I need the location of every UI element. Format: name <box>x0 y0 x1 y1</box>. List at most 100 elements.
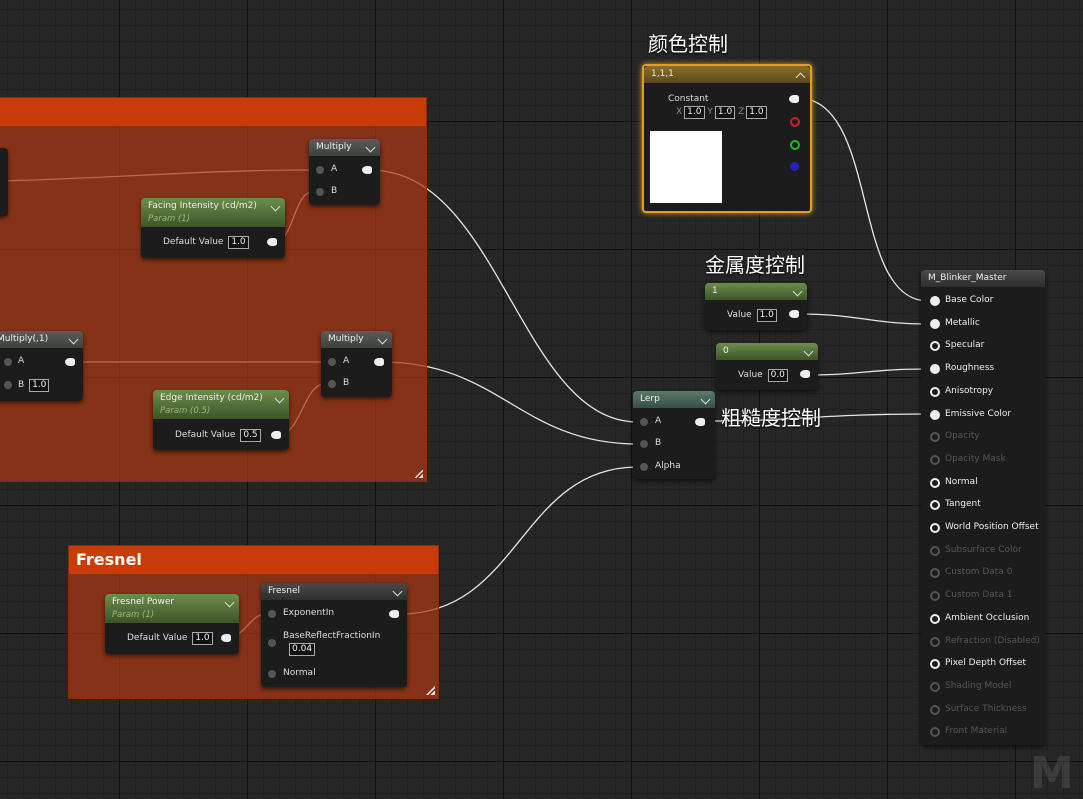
input-pin-a[interactable] <box>316 166 324 174</box>
multiply-node-left[interactable]: Multiply(,1) A B 1.0 <box>0 331 83 401</box>
material-input-pin[interactable] <box>930 296 940 306</box>
default-value-field[interactable]: 0.5 <box>240 429 261 442</box>
default-value-field[interactable]: 1.0 <box>192 632 213 645</box>
input-pin-b[interactable] <box>640 440 648 448</box>
chevron-down-icon[interactable] <box>377 334 388 345</box>
constant3-node-header[interactable]: 1,1,1 <box>644 66 810 83</box>
default-value-field[interactable]: 1.0 <box>228 236 249 249</box>
input-pin-a[interactable] <box>640 418 648 426</box>
lerp-node[interactable]: Lerp A B Alpha <box>633 391 715 479</box>
material-result-node[interactable]: M_Blinker_Master Base Color Metallic Specu… <box>921 270 1045 745</box>
material-input-pin[interactable] <box>930 659 940 670</box>
material-input-pin[interactable] <box>930 523 940 533</box>
output-pin[interactable] <box>65 358 75 366</box>
output-pin-rgb[interactable] <box>789 95 799 103</box>
chevron-down-icon[interactable] <box>700 394 711 405</box>
fresnel-node-header[interactable]: Fresnel <box>261 583 407 600</box>
material-input-pin[interactable] <box>930 727 940 738</box>
material-input-pin[interactable] <box>930 454 940 465</box>
material-input-pin[interactable] <box>930 591 940 602</box>
input-pin-b[interactable] <box>4 381 12 389</box>
material-result-header[interactable]: M_Blinker_Master <box>921 270 1045 287</box>
input-pin-a[interactable] <box>328 358 336 366</box>
material-input-pin[interactable] <box>930 545 940 556</box>
param-node-edge-intensity[interactable]: Edge Intensity (cd/m2) Param (0.5) Defaul… <box>153 390 289 450</box>
roughness-constant-header[interactable]: 0 <box>716 343 818 360</box>
material-input-pin[interactable] <box>930 341 940 352</box>
material-input-pin[interactable] <box>930 568 940 579</box>
param-header[interactable]: Edge Intensity (cd/m2) Param (0.5) <box>153 390 289 419</box>
multiply-node-2[interactable]: Multiply A B <box>321 331 392 397</box>
comment-fresnel-title[interactable]: Fresnel <box>69 546 438 574</box>
material-input-pin[interactable] <box>930 386 940 397</box>
roughness-constant-node[interactable]: 0 Value 0.0 <box>716 343 818 390</box>
material-input-label: Custom Data 1 <box>945 590 1013 601</box>
output-pin-r[interactable] <box>790 117 800 127</box>
base-reflect-field[interactable]: 0.04 <box>289 643 316 656</box>
output-pin[interactable] <box>221 634 231 642</box>
input-pin-normal[interactable] <box>268 670 276 678</box>
material-input-pin[interactable] <box>930 681 940 692</box>
chevron-down-icon[interactable] <box>274 393 285 404</box>
resize-handle[interactable] <box>414 469 423 478</box>
comment-box-main-header[interactable] <box>0 98 426 126</box>
multiply-node-2-header[interactable]: Multiply <box>321 331 392 348</box>
chevron-down-icon[interactable] <box>224 597 235 608</box>
output-pin[interactable] <box>374 358 384 366</box>
multiply-node-1[interactable]: Multiply A B <box>309 139 380 205</box>
material-input-pin[interactable] <box>930 500 940 511</box>
lerp-node-header[interactable]: Lerp <box>633 391 715 408</box>
output-pin[interactable] <box>389 610 399 618</box>
material-input-pin[interactable] <box>930 318 940 329</box>
material-input-label: World Position Offset <box>945 522 1039 532</box>
param-node-fresnel-power[interactable]: Fresnel Power Param (1) Default Value 1.0 <box>105 594 239 654</box>
param-header[interactable]: Fresnel Power Param (1) <box>105 594 239 623</box>
output-pin[interactable] <box>800 370 810 378</box>
chevron-up-icon[interactable] <box>795 72 806 83</box>
material-input-pin[interactable] <box>930 364 940 375</box>
material-input-pin[interactable] <box>930 432 940 443</box>
material-input-pin[interactable] <box>930 636 940 647</box>
resize-handle[interactable] <box>426 686 435 695</box>
chevron-down-icon[interactable] <box>392 586 403 597</box>
output-pin[interactable] <box>267 238 277 246</box>
input-pin-b[interactable] <box>328 380 336 388</box>
chevron-down-icon[interactable] <box>68 334 79 345</box>
material-input-pin[interactable] <box>930 477 940 488</box>
output-pin[interactable] <box>789 310 799 318</box>
multiply-node-1-header[interactable]: Multiply <box>309 139 380 156</box>
input-pin-base-reflect[interactable] <box>268 639 276 647</box>
output-pin[interactable] <box>362 166 372 174</box>
input-pin-b[interactable] <box>316 188 324 196</box>
param-node-facing-intensity[interactable]: Facing Intensity (cd/m2) Param (1) Defaul… <box>141 198 285 258</box>
value-field[interactable]: 1.0 <box>756 309 777 322</box>
input-pin-alpha[interactable] <box>640 463 648 471</box>
fresnel-node[interactable]: Fresnel ExponentIn BaseReflectFractionIn… <box>261 583 407 687</box>
pin-b-row: B 1.0 <box>18 379 50 392</box>
x-label: X <box>676 107 683 117</box>
chevron-down-icon[interactable] <box>803 346 814 357</box>
output-pin-b[interactable] <box>790 162 799 171</box>
chevron-down-icon[interactable] <box>270 201 281 212</box>
material-input-pin[interactable] <box>930 409 940 420</box>
material-input-pin[interactable] <box>930 704 940 715</box>
chevron-down-icon[interactable] <box>792 286 803 297</box>
output-pin[interactable] <box>271 431 281 439</box>
multiply-node-left-header[interactable]: Multiply(,1) <box>0 331 83 348</box>
input-pin-a[interactable] <box>4 358 12 366</box>
output-pin-g[interactable] <box>790 140 800 150</box>
y-field[interactable]: 1.0 <box>714 106 736 119</box>
chevron-down-icon[interactable] <box>365 142 376 153</box>
metallic-constant-node[interactable]: 1 Value 1.0 <box>705 283 807 330</box>
input-pin-exponent[interactable] <box>268 610 276 618</box>
offscreen-node[interactable] <box>0 148 8 216</box>
x-field[interactable]: 1.0 <box>684 106 705 119</box>
material-input-pin[interactable] <box>930 613 940 624</box>
z-field[interactable]: 1.0 <box>746 106 767 119</box>
value-field[interactable]: 0.0 <box>767 369 788 382</box>
b-value-field[interactable]: 1.0 <box>29 379 50 392</box>
param-header[interactable]: Facing Intensity (cd/m2) Param (1) <box>141 198 285 227</box>
constant3-node[interactable]: 1,1,1 Constant X 1.0 Y 1.0 Z 1.0 <box>642 64 812 213</box>
output-pin[interactable] <box>695 418 705 426</box>
metallic-constant-header[interactable]: 1 <box>705 283 807 300</box>
